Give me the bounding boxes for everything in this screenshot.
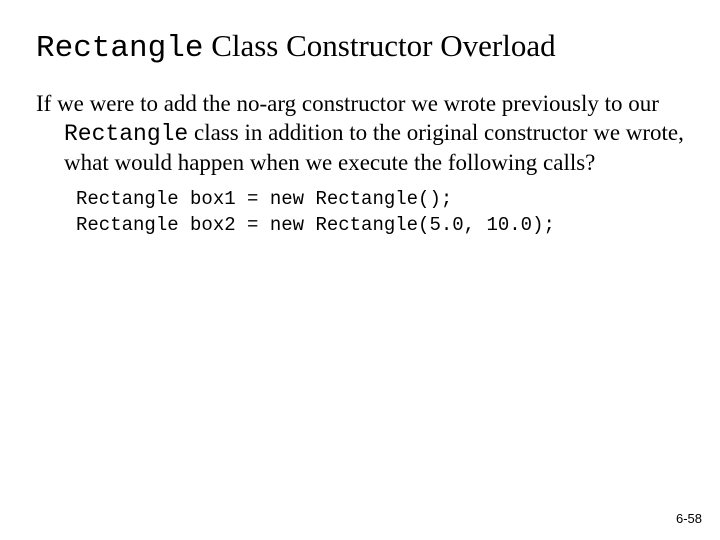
code-line-1: Rectangle box1 = new Rectangle();: [76, 188, 452, 210]
code-line-2: Rectangle box2 = new Rectangle(5.0, 10.0…: [76, 214, 555, 236]
title-rest: Class Constructor Overload: [203, 28, 555, 63]
slide-title: Rectangle Class Constructor Overload: [36, 28, 684, 66]
paragraph-code: Rectangle: [64, 121, 188, 147]
body-paragraph: If we were to add the no-arg constructor…: [36, 90, 684, 177]
paragraph-pre: If we were to add the no-arg constructor…: [36, 91, 659, 116]
page-number: 6-58: [676, 511, 702, 526]
code-block: Rectangle box1 = new Rectangle(); Rectan…: [76, 187, 684, 238]
title-code: Rectangle: [36, 31, 203, 66]
